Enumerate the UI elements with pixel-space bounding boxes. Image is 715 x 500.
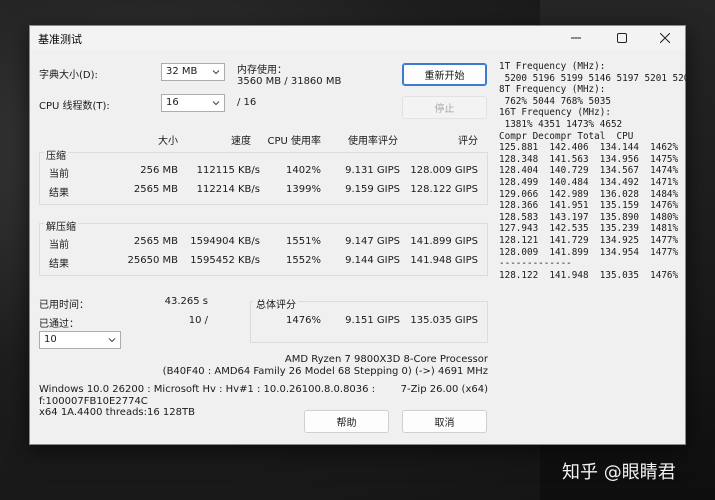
log-line: 8T Frequency (MHz):	[499, 84, 606, 96]
compress-group	[39, 152, 488, 205]
minimize-button[interactable]	[554, 26, 598, 50]
total-usage: 9.151 GIPS	[345, 315, 400, 326]
cpu-threads-label: CPU 线程数(T):	[39, 101, 110, 112]
sys-info-line3: x64 1A.4400 threads:16 128TB	[39, 407, 195, 418]
dict-size-label: 字典大小(D):	[39, 70, 98, 81]
log-line: Compr Decompr Total CPU	[499, 130, 634, 142]
dict-size-value: 32 MB	[166, 66, 198, 77]
total-cpu: 1476%	[286, 315, 321, 326]
log-line: 128.121 141.729 134.925 1477%	[499, 234, 679, 246]
total-rating: 135.035 GIPS	[410, 315, 478, 326]
title-bar: 基准测试	[30, 26, 685, 50]
memory-usage-value: 3560 MB / 31860 MB	[237, 76, 342, 87]
cpu-name: AMD Ryzen 7 9800X3D 8-Core Processor	[284, 354, 488, 365]
sys-info-line1: Windows 10.0 26200 : Microsoft Hv : Hv#1…	[39, 384, 376, 395]
passes-select-value: 10	[44, 334, 57, 345]
col-header-size: 大小	[158, 136, 178, 147]
dict-size-select[interactable]: 32 MB	[161, 63, 225, 81]
maximize-button[interactable]	[600, 26, 644, 50]
chevron-down-icon	[212, 101, 220, 106]
log-line: 128.009 141.899 134.954 1477%	[499, 246, 679, 258]
memory-usage-label: 内存使用：	[237, 65, 287, 76]
stop-button[interactable]: 停止	[402, 96, 487, 119]
help-button[interactable]: 帮助	[304, 410, 389, 433]
watermark: 知乎 @眼睛君	[562, 462, 676, 483]
maximize-icon	[617, 33, 627, 43]
log-line: 762% 5044 768% 5035	[499, 95, 611, 107]
cpu-threads-value: 16	[166, 97, 179, 108]
total-rating-title: 总体评分	[254, 296, 298, 311]
window-title: 基准测试	[38, 33, 82, 46]
compress-title: 压缩	[44, 147, 68, 162]
log-line: 128.499 140.484 134.492 1471%	[499, 176, 679, 188]
cpu-threads-total: / 16	[237, 97, 257, 108]
log-line: 128.122 141.948 135.035 1476%	[499, 269, 679, 281]
log-line: 5200 5196 5199 5146 5197 5201 5200	[499, 72, 695, 84]
log-line: -------------	[499, 258, 572, 270]
log-line: 128.348 141.563 134.956 1475%	[499, 153, 679, 165]
elapsed-value: 43.265 s	[164, 296, 208, 307]
passes-value: 10 /	[188, 315, 208, 326]
close-button[interactable]	[643, 26, 687, 50]
log-line: 128.583 143.197 135.890 1480%	[499, 211, 679, 223]
chevron-down-icon	[212, 70, 220, 75]
log-line: 129.066 142.989 136.028 1484%	[499, 188, 679, 200]
log-line: 128.404 140.729 134.567 1474%	[499, 165, 679, 177]
frequency-log: 1T Frequency (MHz): 5200 5196 5199 5146 …	[499, 61, 695, 281]
log-line: 1381% 4351 1473% 4652	[499, 118, 623, 130]
minimize-icon	[571, 37, 581, 39]
col-header-cpu: CPU 使用率	[267, 136, 321, 147]
version-info: 7-Zip 26.00 (x64)	[400, 384, 488, 395]
log-line: 1T Frequency (MHz):	[499, 61, 606, 72]
cpu-threads-select[interactable]: 16	[161, 94, 225, 112]
decompress-title: 解压缩	[44, 218, 78, 233]
log-line: 16T Frequency (MHz):	[499, 107, 611, 119]
log-line: 127.943 142.535 135.239 1481%	[499, 223, 679, 235]
chevron-down-icon	[108, 338, 116, 343]
col-header-usage: 使用率评分	[348, 136, 398, 147]
log-line: 125.881 142.406 134.144 1462%	[499, 142, 679, 154]
decompress-group	[39, 223, 488, 276]
cancel-button[interactable]: 取消	[402, 410, 487, 433]
benchmark-window: 基准测试 字典大小(D): 32 MB CPU 线程数(T): 16 / 16 …	[29, 25, 695, 445]
passes-label: 已通过：	[39, 319, 79, 330]
elapsed-label: 已用时间：	[39, 300, 89, 311]
log-line: 128.366 141.951 135.159 1476%	[499, 200, 679, 212]
col-header-rating: 评分	[458, 136, 478, 147]
col-header-speed: 速度	[231, 136, 251, 147]
restart-button[interactable]: 重新开始	[402, 63, 487, 86]
passes-select[interactable]: 10	[39, 331, 121, 349]
sys-info-line2: f:100007FB10E2774C	[39, 396, 148, 407]
close-icon	[660, 33, 670, 43]
cpu-detail: (B40F40 : AMD64 Family 26 Model 68 Stepp…	[162, 366, 488, 377]
